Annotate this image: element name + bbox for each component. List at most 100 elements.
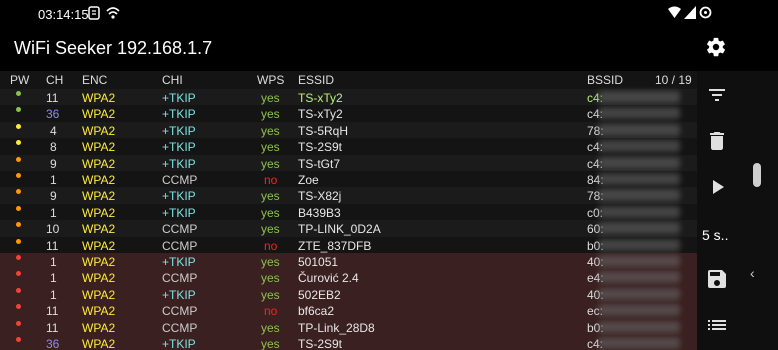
- cell-essid: Čurović 2.4: [298, 271, 359, 286]
- ip-address: 192.168.1.7: [117, 38, 213, 58]
- col-chi[interactable]: CHI: [162, 73, 183, 87]
- network-row[interactable]: 1 WPA2 +TKIP yes 501051 40:: [0, 253, 697, 270]
- network-table: PW CH ENC CHI WPS ESSID BSSID 10 / 19 11…: [0, 71, 697, 350]
- bssid-redacted: [598, 337, 680, 349]
- cell-cipher: +TKIP: [162, 140, 196, 155]
- cell-channel: 11: [46, 91, 59, 105]
- cell-encryption: WPA2: [82, 271, 116, 286]
- cell-wps: yes: [261, 337, 280, 350]
- network-row[interactable]: 11 WPA2 CCMP no ZTE_837DFB b0:: [0, 236, 697, 253]
- network-row[interactable]: 11 WPA2 CCMP no bf6ca2 ec:: [0, 302, 697, 319]
- save-icon[interactable]: [705, 267, 729, 291]
- signal-strength-dot: [16, 189, 21, 195]
- cell-essid: ZTE_837DFB: [298, 238, 372, 253]
- cell-encryption: WPA2: [82, 320, 116, 335]
- signal-strength-dot: [16, 205, 21, 211]
- col-pw[interactable]: PW: [10, 73, 29, 87]
- cell-encryption: WPA2: [82, 255, 116, 269]
- cell-signal-icon: [684, 6, 696, 19]
- cell-channel: 36: [46, 107, 60, 122]
- network-row[interactable]: 36 WPA2 +TKIP yes TS-2S9t c4:: [0, 335, 697, 350]
- cell-wps: yes: [261, 189, 280, 204]
- filter-icon[interactable]: [705, 83, 729, 107]
- cell-essid: TS-2S9t: [298, 140, 343, 155]
- cell-cipher: +TKIP: [162, 189, 196, 204]
- cell-essid: TP-LINK_0D2A: [298, 222, 381, 237]
- list-view-icon[interactable]: [705, 313, 729, 337]
- cell-encryption: WPA2: [82, 287, 116, 302]
- signal-strength-dot: [16, 156, 21, 162]
- cell-encryption: WPA2: [82, 173, 116, 187]
- bssid-redacted: [598, 238, 680, 251]
- cell-encryption: WPA2: [82, 304, 116, 319]
- network-row[interactable]: 9 WPA2 +TKIP yes TS-tGt7 c4:: [0, 154, 697, 171]
- network-row[interactable]: 1 WPA2 +TKIP yes 502EB2 40:: [0, 285, 697, 303]
- app-title: WiFi Seeker: [14, 38, 113, 58]
- network-row[interactable]: 1 WPA2 CCMP no Zoe 84:: [0, 171, 697, 188]
- bssid-redacted: [598, 156, 680, 169]
- cell-encryption: WPA2: [82, 337, 116, 350]
- cell-wps: yes: [261, 271, 280, 286]
- cell-cipher: CCMP: [162, 222, 198, 237]
- bssid-redacted: [598, 222, 680, 235]
- scan-interval[interactable]: 5 s..: [702, 227, 728, 243]
- network-row[interactable]: 10 WPA2 CCMP yes TP-LINK_0D2A 60:: [0, 220, 697, 237]
- status-bar: 03:14:15: [0, 0, 778, 28]
- network-row[interactable]: 36 WPA2 +TKIP yes TS-xTy2 c4:: [0, 105, 697, 122]
- cell-channel: 1: [50, 205, 57, 220]
- signal-strength-dot: [16, 140, 21, 146]
- cell-channel: 36: [46, 337, 60, 350]
- bssid-redacted: [598, 173, 680, 185]
- table-header: PW CH ENC CHI WPS ESSID BSSID 10 / 19: [0, 71, 697, 89]
- collapse-chevron-icon[interactable]: ‹: [750, 265, 755, 281]
- bssid-redacted: [598, 287, 680, 300]
- cell-wps: yes: [261, 255, 280, 269]
- col-bssid[interactable]: BSSID: [587, 73, 623, 87]
- cell-channel: 10: [46, 222, 60, 237]
- bssid-redacted: [598, 205, 680, 218]
- cell-essid: TS-xTy2: [298, 107, 343, 122]
- col-wps[interactable]: WPS: [257, 73, 284, 87]
- network-row[interactable]: 4 WPA2 +TKIP yes TS-5RqH 78:: [0, 121, 697, 139]
- cell-cipher: CCMP: [162, 304, 198, 319]
- cell-cipher: CCMP: [162, 173, 198, 187]
- cell-channel: 11: [46, 238, 59, 253]
- cell-essid: 502EB2: [298, 287, 341, 302]
- scrollbar-handle[interactable]: [753, 163, 761, 187]
- bssid-redacted: [598, 271, 680, 284]
- network-row[interactable]: 11 WPA2 +TKIP yes TS-xTy2 c4:: [0, 89, 697, 106]
- col-enc[interactable]: ENC: [82, 73, 107, 87]
- cell-wps: yes: [261, 140, 280, 155]
- cell-wps: yes: [261, 320, 280, 335]
- settings-gear-icon[interactable]: [705, 36, 727, 58]
- bssid-redacted: [598, 123, 680, 136]
- cell-essid: 501051: [298, 255, 339, 269]
- col-essid[interactable]: ESSID: [298, 73, 334, 87]
- network-row[interactable]: 1 WPA2 CCMP yes Čurović 2.4 e4:: [0, 269, 697, 286]
- cell-encryption: WPA2: [82, 140, 116, 155]
- network-row[interactable]: 11 WPA2 CCMP yes TP-Link_28D8 b0:: [0, 318, 697, 335]
- signal-strength-dot: [16, 107, 21, 113]
- signal-strength-dot: [16, 287, 21, 293]
- bssid-redacted: [598, 140, 680, 153]
- network-row[interactable]: 8 WPA2 +TKIP yes TS-2S9t c4:: [0, 138, 697, 155]
- cell-wps: yes: [261, 107, 280, 122]
- network-row[interactable]: 1 WPA2 +TKIP yes B439B3 c0:: [0, 203, 697, 221]
- cell-wps: yes: [261, 91, 280, 105]
- network-row[interactable]: 9 WPA2 +TKIP yes TS-X82j 78:: [0, 187, 697, 204]
- cell-encryption: WPA2: [82, 222, 116, 237]
- side-toolbar: 5 s..: [697, 71, 778, 350]
- col-ch[interactable]: CH: [46, 73, 63, 87]
- hotspot-icon: [106, 7, 120, 19]
- signal-strength-dot: [16, 304, 21, 310]
- delete-trash-icon[interactable]: [705, 129, 729, 153]
- bssid-redacted: [598, 189, 680, 202]
- play-scan-icon[interactable]: [705, 175, 729, 199]
- network-count: 10 / 19: [655, 73, 692, 87]
- bssid-redacted: [598, 320, 680, 333]
- cell-channel: 4: [50, 123, 57, 138]
- cell-wps: yes: [261, 222, 280, 237]
- cell-channel: 9: [50, 189, 57, 204]
- wifi-signal-icon: [668, 6, 681, 18]
- signal-strength-dot: [16, 271, 21, 277]
